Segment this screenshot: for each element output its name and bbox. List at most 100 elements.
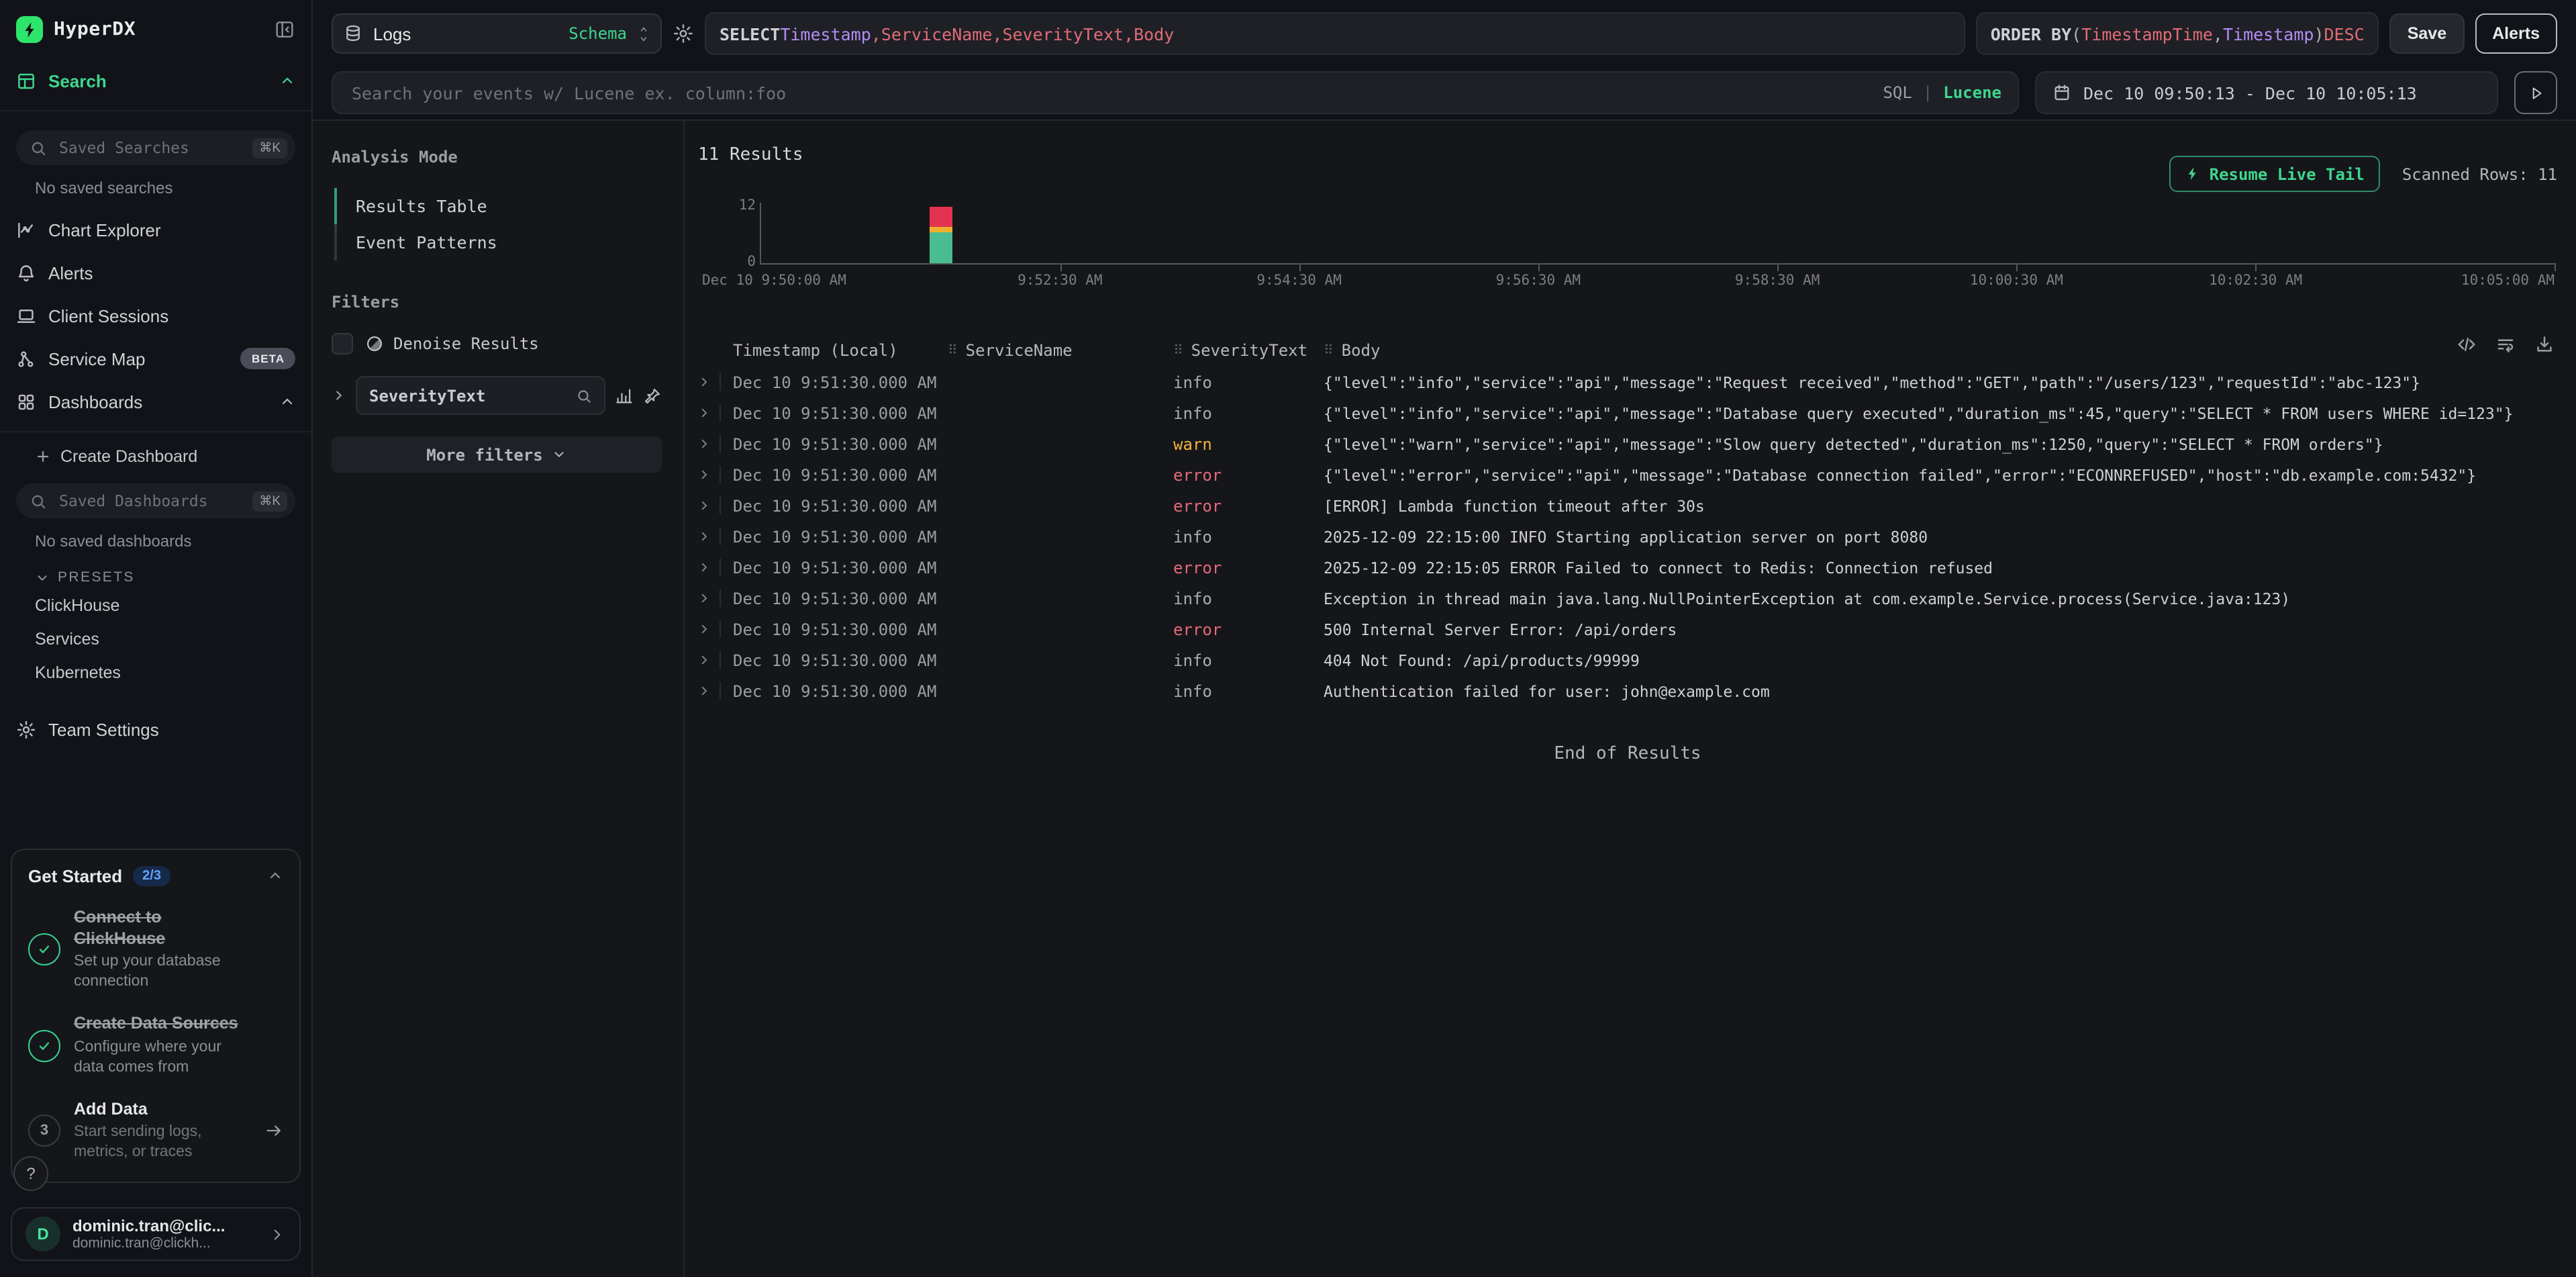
run-query-play-button[interactable] bbox=[2514, 71, 2557, 114]
step-desc: Set up your database connection bbox=[74, 952, 251, 992]
saved-dashboards-field[interactable] bbox=[56, 490, 243, 512]
drag-handle-icon[interactable]: ⠿ bbox=[1324, 343, 1334, 358]
table-row[interactable]: Dec 10 9:51:30.000 AM error 500 Internal… bbox=[698, 614, 2557, 645]
pin-icon[interactable] bbox=[643, 386, 662, 405]
select-columns-input[interactable]: SELECT Timestamp ,ServiceName,SeverityTe… bbox=[705, 12, 1965, 55]
row-expand-button[interactable] bbox=[698, 521, 733, 552]
sidebar-item-dashboards[interactable]: Dashboards bbox=[0, 380, 311, 423]
get-started-step-sources[interactable]: Create Data Sources Configure where your… bbox=[28, 1014, 283, 1078]
step-desc: Start sending logs, metrics, or traces bbox=[74, 1123, 251, 1163]
sql-field: Timestamp bbox=[780, 23, 871, 44]
help-button[interactable]: ? bbox=[13, 1156, 48, 1191]
hierarchy-icon bbox=[16, 348, 36, 369]
analysis-mode-heading: Analysis Mode bbox=[332, 148, 662, 167]
drag-handle-icon[interactable]: ⠿ bbox=[1173, 343, 1183, 358]
divider bbox=[720, 559, 721, 576]
row-severity: error bbox=[1173, 465, 1324, 484]
chevron-up-icon[interactable] bbox=[279, 73, 295, 89]
sidebar-collapse-icon[interactable] bbox=[274, 19, 295, 40]
row-timestamp: Dec 10 9:51:30.000 AM bbox=[733, 589, 948, 608]
row-body: 404 Not Found: /api/products/99999 bbox=[1324, 651, 2557, 669]
event-search-input[interactable] bbox=[349, 81, 1869, 104]
mode-results-table[interactable]: Results Table bbox=[334, 188, 662, 224]
mode-event-patterns[interactable]: Event Patterns bbox=[334, 224, 662, 261]
column-header-servicename[interactable]: ⠿ServiceName bbox=[948, 341, 1173, 360]
date-range-picker[interactable]: Dec 10 09:50:13 - Dec 10 10:05:13 bbox=[2035, 71, 2498, 114]
table-row[interactable]: Dec 10 9:51:30.000 AM warn {"level":"war… bbox=[698, 428, 2557, 459]
chevron-right-icon[interactable] bbox=[332, 388, 346, 403]
sidebar-item-service-map[interactable]: Service Map BETA bbox=[0, 337, 311, 380]
search-icon[interactable] bbox=[576, 387, 592, 404]
chevron-up-icon[interactable] bbox=[279, 393, 295, 410]
sidebar-item-client-sessions[interactable]: Client Sessions bbox=[0, 294, 311, 337]
histogram-bar[interactable] bbox=[929, 207, 952, 263]
row-expand-button[interactable] bbox=[698, 397, 733, 428]
bar-chart-icon[interactable] bbox=[615, 386, 634, 405]
preset-clickhouse[interactable]: ClickHouse bbox=[0, 588, 311, 622]
order-by-input[interactable]: ORDER BY ( TimestampTime , Timestamp ) D… bbox=[1976, 12, 2379, 55]
column-header-body[interactable]: ⠿Body bbox=[1324, 341, 2557, 360]
preset-services[interactable]: Services bbox=[0, 622, 311, 655]
severity-filter-field[interactable]: SeverityText bbox=[356, 376, 605, 415]
presets-toggle[interactable]: PRESETS bbox=[0, 561, 311, 588]
saved-searches-input[interactable]: ⌘K bbox=[16, 130, 295, 165]
table-row[interactable]: Dec 10 9:51:30.000 AM info Authenticatio… bbox=[698, 675, 2557, 706]
row-expand-button[interactable] bbox=[698, 552, 733, 583]
download-icon[interactable] bbox=[2534, 334, 2555, 354]
x-axis-tick bbox=[1299, 263, 1301, 271]
saved-searches-field[interactable] bbox=[56, 137, 243, 158]
table-row[interactable]: Dec 10 9:51:30.000 AM info 404 Not Found… bbox=[698, 645, 2557, 675]
code-view-icon[interactable] bbox=[2457, 334, 2477, 354]
table-row[interactable]: Dec 10 9:51:30.000 AM info Exception in … bbox=[698, 583, 2557, 614]
get-started-step-add-data[interactable]: 3 Add Data Start sending logs, metrics, … bbox=[28, 1099, 283, 1163]
divider bbox=[720, 373, 721, 391]
row-body: 2025-12-09 22:15:05 ERROR Failed to conn… bbox=[1324, 558, 2557, 577]
column-header-timestamp[interactable]: Timestamp (Local) bbox=[733, 341, 948, 360]
table-row[interactable]: Dec 10 9:51:30.000 AM info 2025-12-09 22… bbox=[698, 521, 2557, 552]
chevron-up-icon[interactable] bbox=[267, 868, 283, 884]
sidebar-item-search[interactable]: Search bbox=[0, 59, 311, 102]
row-expand-button[interactable] bbox=[698, 675, 733, 706]
more-filters-button[interactable]: More filters bbox=[332, 436, 662, 473]
row-expand-button[interactable] bbox=[698, 367, 733, 397]
resume-live-tail-button[interactable]: Resume Live Tail bbox=[2169, 156, 2381, 192]
sidebar-item-chart-explorer[interactable]: Chart Explorer bbox=[0, 208, 311, 251]
user-menu[interactable]: D dominic.tran@clic... dominic.tran@clic… bbox=[11, 1207, 301, 1261]
row-expand-button[interactable] bbox=[698, 583, 733, 614]
topbar: Logs Schema SELECT Timestamp ,ServiceNam… bbox=[313, 0, 2576, 121]
sidebar-item-alerts[interactable]: Alerts bbox=[0, 251, 311, 294]
divider bbox=[720, 466, 721, 483]
row-expand-button[interactable] bbox=[698, 645, 733, 675]
denoise-checkbox[interactable] bbox=[332, 333, 353, 354]
sql-field: Timestamp bbox=[2223, 23, 2314, 44]
kbd-shortcut-badge: ⌘K bbox=[252, 491, 287, 511]
table-row[interactable]: Dec 10 9:51:30.000 AM info {"level":"inf… bbox=[698, 397, 2557, 428]
wrap-text-icon[interactable] bbox=[2495, 334, 2516, 354]
row-expand-button[interactable] bbox=[698, 428, 733, 459]
save-button[interactable]: Save bbox=[2390, 13, 2464, 54]
row-body: {"level":"error","service":"api","messag… bbox=[1324, 465, 2557, 484]
saved-dashboards-input[interactable]: ⌘K bbox=[16, 483, 295, 518]
results-table: Timestamp (Local) ⠿ServiceName ⠿Severity… bbox=[698, 334, 2557, 706]
alerts-button[interactable]: Alerts bbox=[2475, 13, 2557, 54]
toggle-sql[interactable]: SQL bbox=[1883, 83, 1912, 102]
get-started-step-connect[interactable]: Connect to ClickHouse Set up your databa… bbox=[28, 908, 283, 992]
sidebar-item-team-settings[interactable]: Team Settings bbox=[0, 708, 311, 751]
row-expand-button[interactable] bbox=[698, 614, 733, 645]
source-settings-gear-icon[interactable] bbox=[673, 23, 694, 44]
event-search-box[interactable]: SQL | Lucene bbox=[332, 71, 2019, 114]
table-row[interactable]: Dec 10 9:51:30.000 AM error [ERROR] Lamb… bbox=[698, 490, 2557, 521]
column-header-severitytext[interactable]: ⠿SeverityText bbox=[1173, 341, 1324, 360]
row-expand-button[interactable] bbox=[698, 490, 733, 521]
source-select[interactable]: Logs Schema bbox=[332, 13, 662, 54]
table-row[interactable]: Dec 10 9:51:30.000 AM error 2025-12-09 2… bbox=[698, 552, 2557, 583]
row-expand-button[interactable] bbox=[698, 459, 733, 490]
create-dashboard-button[interactable]: Create Dashboard bbox=[0, 440, 311, 473]
table-row[interactable]: Dec 10 9:51:30.000 AM error {"level":"er… bbox=[698, 459, 2557, 490]
events-histogram[interactable]: 12 0 Dec 10 9:50:00 AM9:52:30 AM9:54:30 … bbox=[698, 195, 2557, 299]
toggle-lucene[interactable]: Lucene bbox=[1943, 83, 2001, 102]
table-row[interactable]: Dec 10 9:51:30.000 AM info {"level":"inf… bbox=[698, 367, 2557, 397]
drag-handle-icon[interactable]: ⠿ bbox=[948, 343, 958, 358]
denoise-toggle[interactable]: Denoise Results bbox=[332, 333, 662, 354]
preset-kubernetes[interactable]: Kubernetes bbox=[0, 655, 311, 689]
